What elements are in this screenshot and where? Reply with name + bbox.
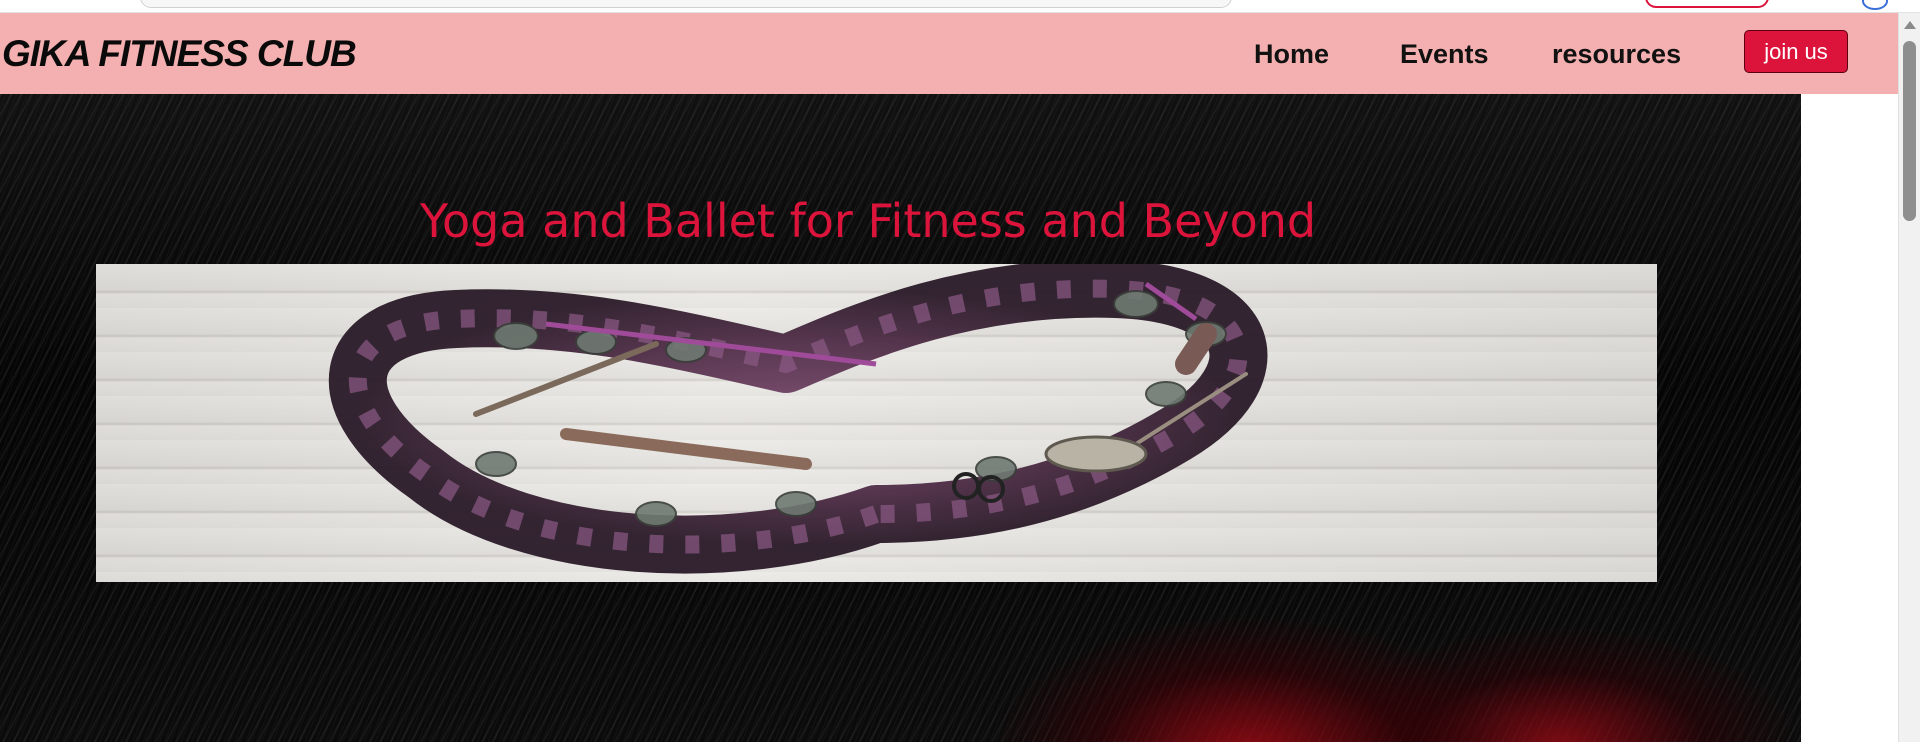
site-brand[interactable]: GIKA FITNESS CLUB (2, 33, 357, 75)
hero-section: Yoga and Ballet for Fitness and Beyond (0, 94, 1801, 742)
heart-wreath-illustration (328, 264, 1268, 574)
hero-title: Yoga and Ballet for Fitness and Beyond (420, 194, 1317, 248)
browser-toolbar-strip (0, 0, 1920, 13)
join-us-button[interactable]: join us (1744, 30, 1848, 73)
scrollbar-thumb[interactable] (1903, 41, 1916, 221)
nav-link-resources[interactable]: resources (1552, 39, 1681, 70)
navbar: GIKA FITNESS CLUB Home Events resources … (0, 13, 1898, 94)
page-right-margin (1801, 94, 1898, 742)
heart-wreath-image (96, 264, 1657, 582)
address-bar[interactable] (140, 0, 1232, 8)
vertical-scrollbar[interactable] (1898, 13, 1920, 742)
nav-link-events[interactable]: Events (1400, 39, 1489, 70)
browser-profile-button[interactable] (1645, 0, 1769, 8)
scroll-up-arrow-icon[interactable] (1904, 21, 1916, 29)
browser-extension-icon[interactable] (1862, 0, 1888, 10)
nav-link-home[interactable]: Home (1254, 39, 1329, 70)
